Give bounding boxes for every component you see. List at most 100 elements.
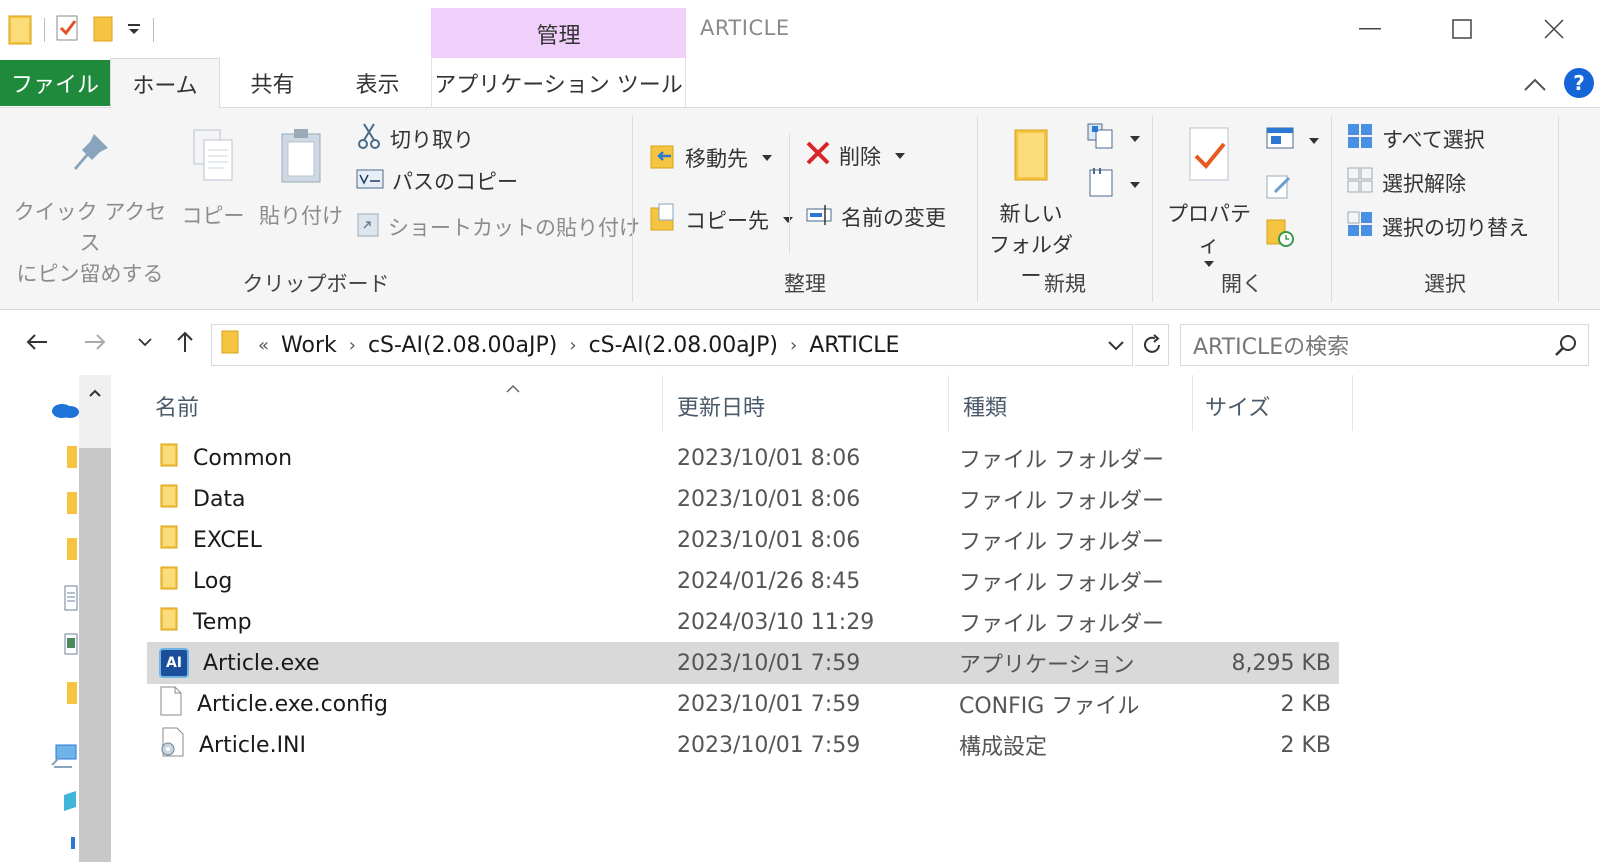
pictures-icon[interactable] xyxy=(64,633,78,659)
breadcrumb-chevron-icon[interactable]: › xyxy=(569,335,576,356)
breadcrumb-chevron-icon[interactable]: › xyxy=(790,335,797,356)
folder-icon[interactable] xyxy=(66,681,78,709)
select-all-button[interactable]: すべて選択 xyxy=(1346,122,1485,155)
file-row[interactable]: EXCEL 2023/10/01 8:06 ファイル フォルダー xyxy=(147,519,1339,561)
file-date: 2023/10/01 7:59 xyxy=(677,691,861,717)
breadcrumb-article[interactable]: ARTICLE xyxy=(809,333,899,358)
invert-selection-button[interactable]: 選択の切り替え xyxy=(1346,210,1529,243)
close-button[interactable] xyxy=(1524,6,1584,52)
move-to-button[interactable]: 移動先 xyxy=(649,140,772,175)
column-separator[interactable] xyxy=(948,375,949,431)
search-input[interactable]: ARTICLEの検索 xyxy=(1180,324,1589,366)
search-placeholder: ARTICLEの検索 xyxy=(1193,335,1350,360)
rename-button[interactable]: 名前の変更 xyxy=(805,202,946,232)
file-date: 2023/10/01 8:06 xyxy=(677,486,861,512)
file-name-cell: Log xyxy=(159,560,232,602)
nav-pane-scroll-thumb[interactable] xyxy=(79,448,111,862)
file-date: 2024/01/26 8:45 xyxy=(677,568,861,594)
quick-access-toolbar xyxy=(8,10,154,50)
properties-button[interactable]: プロパティ xyxy=(1159,126,1259,267)
address-dropdown-icon[interactable] xyxy=(1106,333,1126,363)
breadcrumb-cs-ai-sub[interactable]: cS-AI(2.08.00aJP) xyxy=(589,333,778,358)
cut-button[interactable]: 切り取り xyxy=(356,122,474,155)
file-row[interactable]: Data 2023/10/01 8:06 ファイル フォルダー xyxy=(147,478,1339,520)
help-button[interactable]: ? xyxy=(1564,68,1594,98)
file-size: 2 KB xyxy=(1280,732,1331,758)
breadcrumb-work[interactable]: Work xyxy=(281,333,337,358)
scroll-up-button[interactable] xyxy=(79,375,111,411)
file-row[interactable]: Temp 2024/03/10 11:29 ファイル フォルダー xyxy=(147,601,1339,643)
copy-button[interactable]: コピー xyxy=(180,126,246,232)
column-separator[interactable] xyxy=(662,375,663,431)
tab-share[interactable]: 共有 xyxy=(220,58,325,108)
arrow-left-icon xyxy=(26,334,47,350)
tab-application-tools[interactable]: アプリケーション ツール xyxy=(431,58,686,108)
open-button[interactable] xyxy=(1265,126,1319,155)
column-header-name[interactable]: 名前 xyxy=(155,375,199,437)
search-icon[interactable] xyxy=(1554,333,1578,363)
copy-to-button[interactable]: コピー先 xyxy=(649,202,793,237)
select-group: すべて選択 選択解除 選択の切り替え 選択 xyxy=(1332,108,1558,310)
edit-icon xyxy=(1265,172,1293,205)
new-item-button[interactable] xyxy=(1086,122,1140,155)
paste-button[interactable]: 貼り付け xyxy=(256,126,346,232)
column-separator[interactable] xyxy=(1352,375,1353,431)
collapse-ribbon-icon[interactable] xyxy=(1520,70,1550,100)
file-name-cell: Article.INI xyxy=(159,724,306,766)
new-folder-icon[interactable] xyxy=(91,13,115,47)
easy-access-button[interactable] xyxy=(1086,166,1140,203)
file-name: Article.exe.config xyxy=(197,691,388,717)
select-none-button[interactable]: 選択解除 xyxy=(1346,166,1466,199)
refresh-button[interactable] xyxy=(1135,324,1169,366)
this-pc-icon[interactable] xyxy=(50,743,78,773)
address-overflow[interactable]: « xyxy=(258,335,269,356)
scissors-icon xyxy=(356,122,382,155)
forward-button[interactable] xyxy=(78,325,112,359)
maximize-button[interactable] xyxy=(1432,6,1492,52)
column-header-date[interactable]: 更新日時 xyxy=(677,375,765,437)
3d-objects-icon[interactable] xyxy=(62,789,78,817)
qat-separator xyxy=(153,18,154,42)
delete-button[interactable]: 削除 xyxy=(805,140,905,171)
file-name-cell: EXCEL xyxy=(159,519,262,561)
back-button[interactable] xyxy=(20,325,54,359)
address-bar[interactable]: « Work › cS-AI(2.08.00aJP) › cS-AI(2.08.… xyxy=(211,324,1133,366)
history-button[interactable] xyxy=(1265,218,1295,253)
file-row[interactable]: AI Article.exe 2023/10/01 7:59 アプリケーション … xyxy=(147,642,1339,684)
folder-icon[interactable] xyxy=(66,445,78,473)
edit-button[interactable] xyxy=(1265,172,1293,205)
file-row[interactable]: Common 2023/10/01 8:06 ファイル フォルダー xyxy=(147,437,1339,479)
recent-locations-button[interactable] xyxy=(128,325,162,359)
properties-check-icon[interactable] xyxy=(55,14,81,46)
minimize-button[interactable] xyxy=(1340,6,1400,52)
column-header-size[interactable]: サイズ xyxy=(1205,375,1270,437)
copy-path-button[interactable]: パスのコピー xyxy=(356,166,518,196)
column-separator[interactable] xyxy=(1192,375,1193,431)
file-name: Article.exe xyxy=(203,650,320,676)
copy-label: コピー xyxy=(181,204,245,228)
tab-home[interactable]: ホーム xyxy=(110,58,220,109)
folder-icon[interactable] xyxy=(66,537,78,565)
tab-file[interactable]: ファイル xyxy=(0,60,110,106)
title-bar: 管理 ARTICLE xyxy=(0,0,1600,59)
tab-view[interactable]: 表示 xyxy=(325,58,430,108)
paste-shortcut-button[interactable]: ショートカットの貼り付け xyxy=(356,210,640,243)
column-header-type[interactable]: 種類 xyxy=(963,375,1007,437)
qat-customize-icon[interactable] xyxy=(125,18,143,42)
arrow-up-icon xyxy=(177,331,193,352)
file-row[interactable]: Article.INI 2023/10/01 7:59 構成設定 2 KB xyxy=(147,724,1339,766)
up-button[interactable] xyxy=(168,325,202,359)
nav-item-icon[interactable] xyxy=(70,835,76,854)
organize-group-label: 整理 xyxy=(784,272,826,296)
file-row[interactable]: Log 2024/01/26 8:45 ファイル フォルダー xyxy=(147,560,1339,602)
file-row[interactable]: Article.exe.config 2023/10/01 7:59 CONFI… xyxy=(147,683,1339,725)
history-icon xyxy=(1265,218,1295,253)
file-date: 2023/10/01 7:59 xyxy=(677,732,861,758)
onedrive-icon[interactable] xyxy=(50,399,80,423)
folder-icon[interactable] xyxy=(66,491,78,519)
documents-icon[interactable] xyxy=(64,585,78,615)
breadcrumb-cs-ai[interactable]: cS-AI(2.08.00aJP) xyxy=(368,333,557,358)
paste-icon xyxy=(276,126,326,195)
breadcrumb-chevron-icon[interactable]: › xyxy=(349,335,356,356)
pin-quick-access-button[interactable]: クイック アクセス にピン留めする xyxy=(10,130,170,290)
